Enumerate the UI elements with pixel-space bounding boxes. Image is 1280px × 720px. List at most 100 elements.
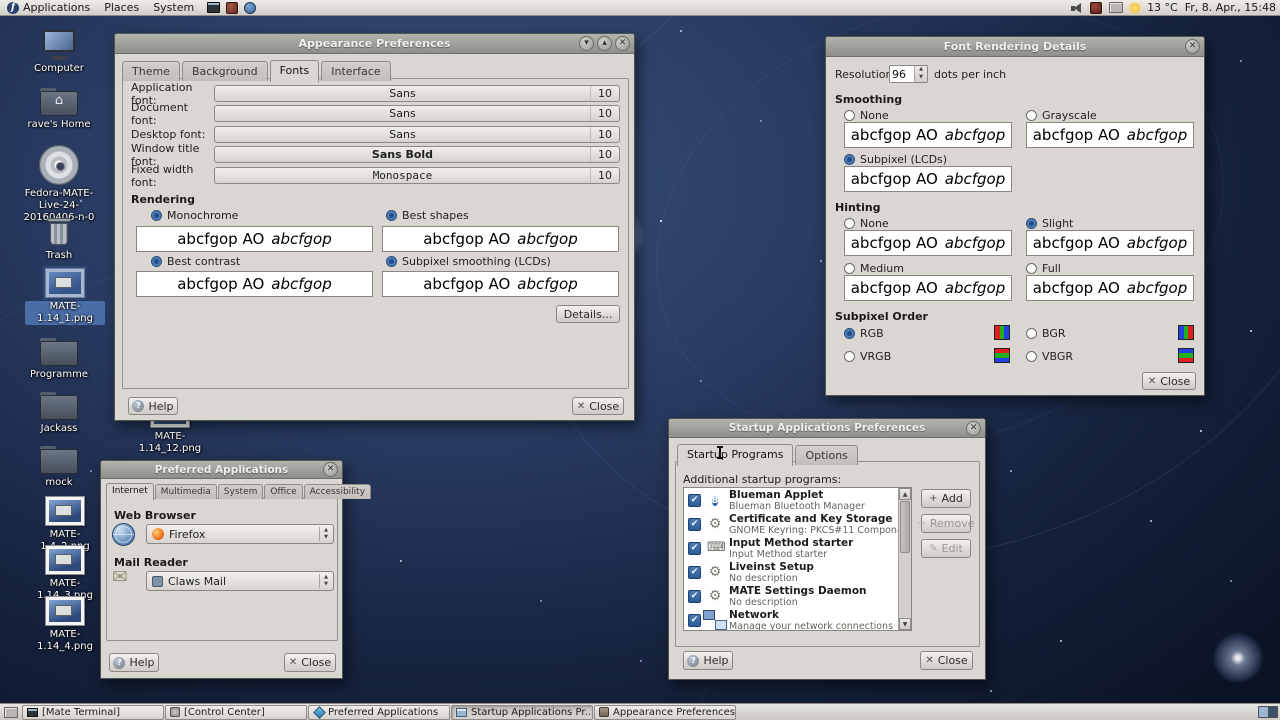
close-window-button[interactable]: ✕ — [966, 421, 981, 436]
checkbox-checked[interactable]: ✔ — [688, 494, 701, 507]
task-control-center[interactable]: [Control Center] — [165, 705, 307, 720]
radio-best-contrast[interactable]: Best contrast — [151, 255, 240, 268]
radio-smoothing-subpixel[interactable]: Subpixel (LCDs) — [844, 153, 947, 166]
browser-launcher-icon[interactable] — [244, 2, 256, 14]
tab-fonts[interactable]: Fonts — [270, 60, 320, 82]
close-button[interactable]: ✕Close — [572, 397, 624, 415]
desktop-font-button[interactable]: Sans10 — [214, 126, 620, 143]
fixed-width-font-button[interactable]: Monospace10 — [214, 167, 620, 184]
tab-accessibility[interactable]: Accessibility — [304, 484, 371, 499]
web-browser-select[interactable]: Firefox ▲▼ — [146, 524, 334, 544]
desktop-icon-home[interactable]: ⌂ rave's Home — [19, 88, 99, 131]
radio-best-shapes[interactable]: Best shapes — [386, 209, 469, 222]
close-window-button[interactable]: ✕ — [323, 462, 338, 477]
list-item[interactable]: ✔ ⚙ MATE Settings DaemonNo description — [684, 584, 911, 608]
resolution-spinner[interactable]: ▲▼ — [889, 65, 928, 83]
radio-hinting-none[interactable]: None — [844, 217, 889, 230]
volume-icon[interactable] — [1070, 2, 1083, 14]
close-button[interactable]: ✕Close — [920, 651, 973, 670]
tab-startup-programs[interactable]: Startup Programs — [677, 444, 793, 466]
desktop-icon-fedora-iso[interactable]: Fedora-MATE-Live-24-20160406-n-0 — [19, 145, 99, 224]
task-appearance-preferences[interactable]: Appearance Preferences — [594, 705, 736, 720]
list-item[interactable]: ✔ B Blueman AppletBlueman Bluetooth Mana… — [684, 488, 911, 512]
terminal-launcher-icon[interactable] — [207, 2, 220, 13]
menu-applications[interactable]: f Applications — [0, 0, 97, 16]
list-item[interactable]: ✔ ⌨ Input Method starterInput Method sta… — [684, 536, 911, 560]
window-title-font-button[interactable]: Sans Bold10 — [214, 146, 620, 163]
checkbox-checked[interactable]: ✔ — [688, 566, 701, 579]
checkbox-checked[interactable]: ✔ — [688, 614, 701, 627]
maximize-button[interactable]: ▴ — [597, 36, 612, 51]
radio-monochrome[interactable]: Monochrome — [151, 209, 238, 222]
scroll-down-icon[interactable]: ▼ — [899, 618, 911, 630]
keyboard-indicator-icon[interactable] — [1090, 2, 1102, 14]
workspace-cell[interactable] — [1259, 707, 1268, 717]
checkbox-checked[interactable]: ✔ — [688, 542, 701, 555]
desktop-icon-mate-1-14-1[interactable]: MATE-1.14_1.png — [25, 268, 105, 325]
radio-subpixel-vrgb[interactable]: VRGB — [844, 350, 891, 363]
mail-reader-select[interactable]: Claws Mail ▲▼ — [146, 571, 334, 591]
application-font-button[interactable]: Sans10 — [214, 85, 620, 102]
close-button[interactable]: ✕Close — [1142, 372, 1196, 390]
radio-subpixel-bgr[interactable]: BGR — [1026, 327, 1066, 340]
tab-internet[interactable]: Internet — [106, 483, 154, 500]
tab-multimedia[interactable]: Multimedia — [155, 484, 217, 499]
scrollbar[interactable]: ▲ ▼ — [898, 488, 911, 630]
desktop-icon-mate-1-14-3[interactable]: MATE-1.14_3.png — [25, 545, 105, 602]
help-button[interactable]: ?Help — [128, 397, 178, 415]
menu-places[interactable]: Places — [97, 0, 146, 16]
resolution-input[interactable] — [890, 66, 914, 82]
radio-smoothing-none[interactable]: None — [844, 109, 889, 122]
checkbox-checked[interactable]: ✔ — [688, 590, 701, 603]
workspace-switcher[interactable] — [1258, 706, 1278, 718]
desktop-icon-trash[interactable]: Trash — [19, 216, 99, 262]
close-window-button[interactable]: ✕ — [615, 36, 630, 51]
tab-interface[interactable]: Interface — [321, 61, 390, 81]
spin-up-icon[interactable]: ▲ — [915, 66, 927, 74]
tab-system[interactable]: System — [218, 484, 264, 499]
help-button[interactable]: ?Help — [109, 653, 159, 672]
scroll-up-icon[interactable]: ▲ — [899, 488, 911, 500]
radio-hinting-slight[interactable]: Slight — [1026, 217, 1073, 230]
close-button[interactable]: ✕Close — [284, 653, 336, 672]
radio-subpixel-smoothing[interactable]: Subpixel smoothing (LCDs) — [386, 255, 551, 268]
desktop-icon-programme[interactable]: Programme — [19, 338, 99, 381]
titlebar[interactable]: Appearance Preferences ▾ ▴ ✕ — [115, 34, 634, 54]
close-window-button[interactable]: ✕ — [1185, 39, 1200, 54]
temperature[interactable]: 13 °C — [1147, 1, 1178, 14]
workspace-cell[interactable] — [1268, 707, 1277, 717]
list-item[interactable]: ✔ ⚙ Liveinst SetupNo description — [684, 560, 911, 584]
weather-icon[interactable] — [1130, 3, 1140, 13]
titlebar[interactable]: Font Rendering Details ✕ — [826, 37, 1204, 57]
desktop-icon-mock[interactable]: mock — [19, 446, 99, 489]
radio-subpixel-vbgr[interactable]: VBGR — [1026, 350, 1073, 363]
add-button[interactable]: +Add — [921, 489, 971, 508]
edit-button[interactable]: ✎Edit — [921, 539, 971, 558]
radio-hinting-full[interactable]: Full — [1026, 262, 1061, 275]
spin-down-icon[interactable]: ▼ — [915, 74, 927, 82]
minimize-button[interactable]: ▾ — [579, 36, 594, 51]
task-startup-applications[interactable]: Startup Applications Pr... — [451, 705, 593, 720]
tab-background[interactable]: Background — [182, 61, 268, 81]
menu-system[interactable]: System — [146, 0, 201, 16]
help-button[interactable]: ?Help — [683, 651, 733, 670]
tab-options[interactable]: Options — [795, 445, 857, 465]
radio-smoothing-grayscale[interactable]: Grayscale — [1026, 109, 1097, 122]
list-item[interactable]: ✔ ⚙ Certificate and Key StorageGNOME Key… — [684, 512, 911, 536]
package-launcher-icon[interactable] — [226, 2, 238, 14]
document-font-button[interactable]: Sans10 — [214, 105, 620, 122]
task-preferred-applications[interactable]: Preferred Applications — [308, 705, 450, 720]
show-desktop-icon[interactable] — [4, 707, 18, 718]
radio-hinting-medium[interactable]: Medium — [844, 262, 904, 275]
startup-programs-list[interactable]: ✔ B Blueman AppletBlueman Bluetooth Mana… — [683, 487, 912, 631]
titlebar[interactable]: Startup Applications Preferences ✕ — [669, 419, 985, 438]
tab-theme[interactable]: Theme — [122, 61, 180, 81]
clock[interactable]: Fr, 8. Apr., 15:48 — [1185, 1, 1276, 14]
scrollbar-thumb[interactable] — [900, 501, 910, 553]
radio-subpixel-rgb[interactable]: RGB — [844, 327, 884, 340]
desktop-icon-mate-1-14-4[interactable]: MATE-1.14_4.png — [25, 596, 105, 653]
desktop-icon-computer[interactable]: Computer — [19, 30, 99, 75]
list-item[interactable]: ✔ NetworkManage your network connections — [684, 608, 911, 631]
titlebar[interactable]: Preferred Applications ✕ — [101, 461, 342, 479]
task-mate-terminal[interactable]: [Mate Terminal] — [22, 705, 164, 720]
